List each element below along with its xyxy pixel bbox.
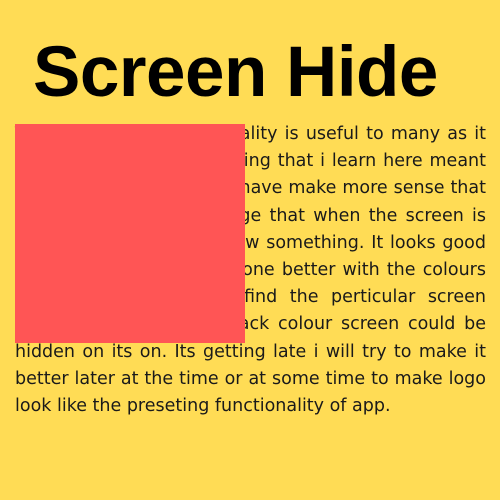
red-rectangle-overlay bbox=[15, 124, 245, 343]
slide-canvas: Screen Hide This screen hide functionali… bbox=[0, 0, 500, 500]
page-title: Screen Hide bbox=[33, 33, 438, 112]
